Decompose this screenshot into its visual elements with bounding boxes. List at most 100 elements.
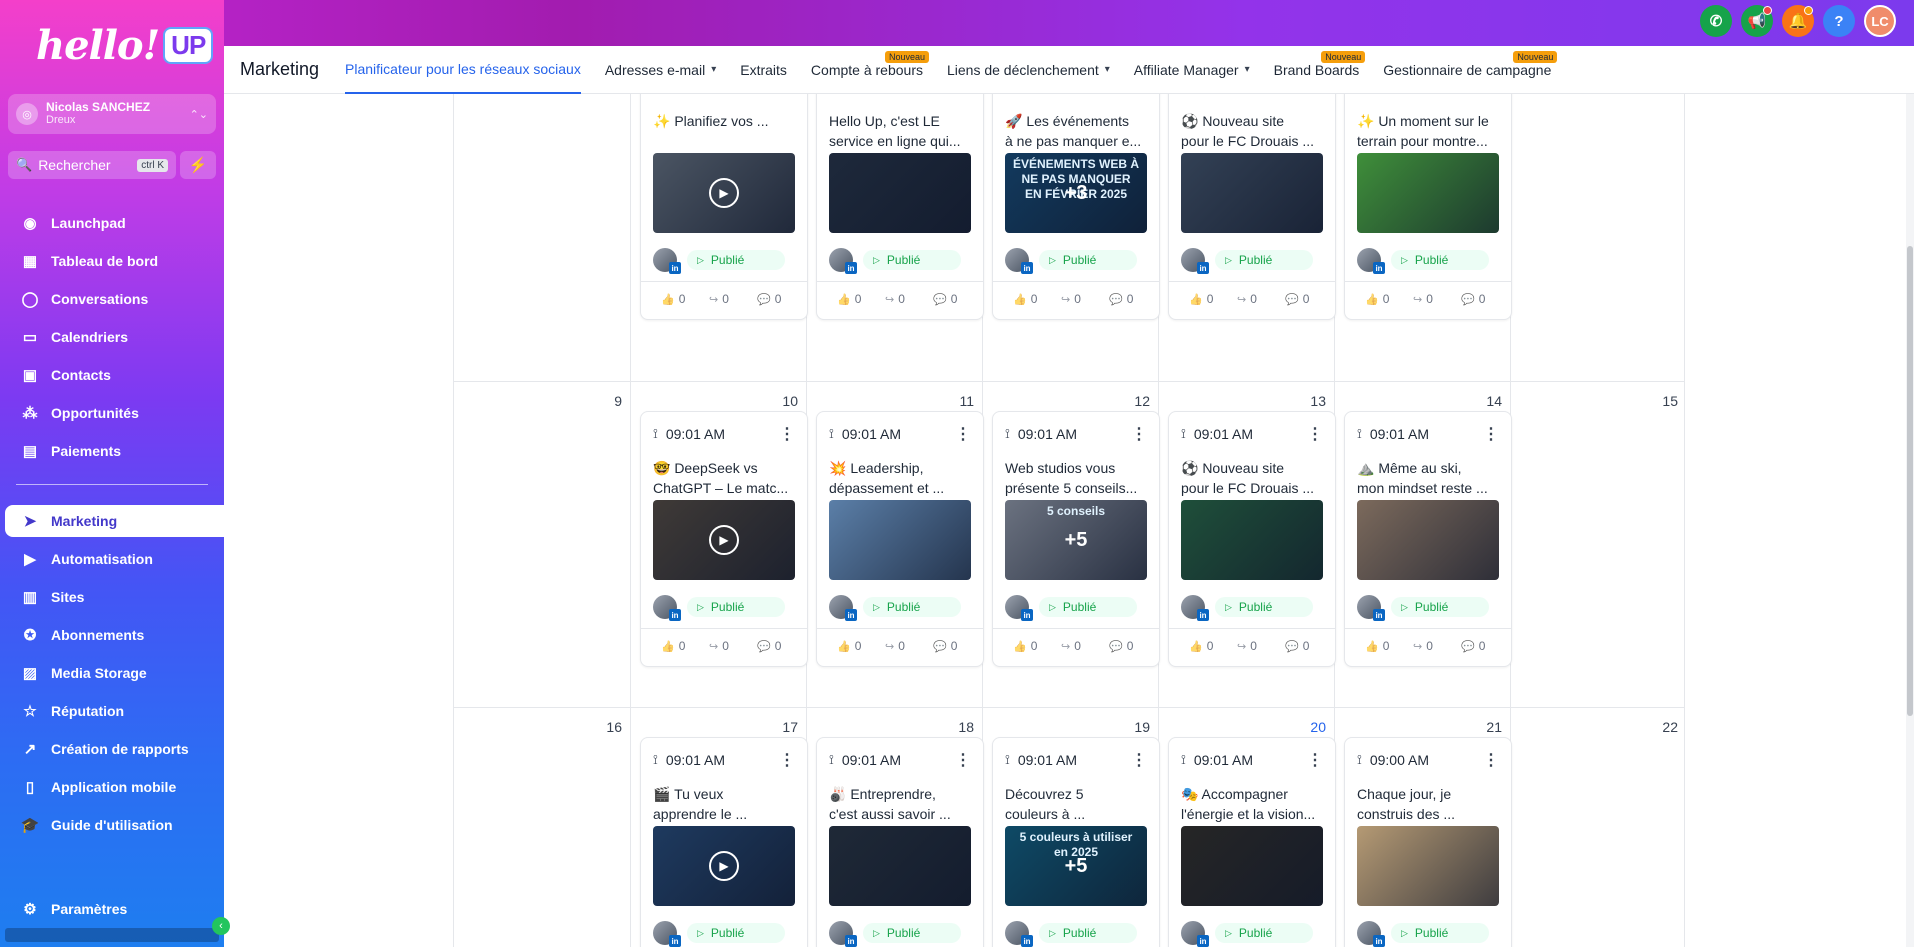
- page-scrollbar[interactable]: [1906, 94, 1914, 947]
- post-card[interactable]: ⟟ 09:01 AM ⋮ 🎳 Entreprendre, c'est aussi sav…: [816, 737, 984, 947]
- more-vertical-icon[interactable]: ⋮: [955, 750, 971, 770]
- more-vertical-icon[interactable]: ⋮: [955, 94, 971, 97]
- tab-compte-rebours[interactable]: Compte à rebours Nouveau: [811, 46, 929, 94]
- more-vertical-icon[interactable]: ⋮: [1307, 94, 1323, 97]
- sidebar-item-contacts[interactable]: ▣ Contacts: [5, 359, 224, 391]
- post-media[interactable]: ▶: [653, 826, 795, 906]
- comment-icon: 💬: [1461, 641, 1475, 653]
- post-media[interactable]: [829, 500, 971, 580]
- more-vertical-icon[interactable]: ⋮: [1131, 424, 1147, 444]
- sidebar-item-application-mobile[interactable]: ▯ Application mobile: [5, 771, 224, 803]
- more-vertical-icon[interactable]: ⋮: [1483, 424, 1499, 444]
- more-vertical-icon[interactable]: ⋮: [1307, 424, 1323, 444]
- more-vertical-icon[interactable]: ⋮: [1483, 750, 1499, 770]
- search-button[interactable]: 🔍 Rechercher ctrl K: [8, 151, 176, 179]
- post-card[interactable]: ⟟ 09:00 AM ⋮ Chaque jour, je construis des .…: [1344, 737, 1512, 947]
- tab-affiliate-manager[interactable]: Affiliate Manager ▾: [1134, 46, 1250, 94]
- post-media[interactable]: [1181, 826, 1323, 906]
- day-number[interactable]: 21: [1472, 719, 1502, 735]
- tab-brand-boards[interactable]: Brand Boards Nouveau: [1274, 46, 1366, 94]
- day-number[interactable]: 11: [944, 393, 974, 409]
- scrollbar-thumb[interactable]: [1907, 246, 1913, 716]
- sidebar-item-cr-ation-de-rapports[interactable]: ↗ Création de rapports: [5, 733, 224, 765]
- sidebar-item-calendriers[interactable]: ▭ Calendriers: [5, 321, 224, 353]
- post-card[interactable]: ⟟ 09:01 AM ⋮ 🎭 Accompagner l'énergie et la v…: [1168, 737, 1336, 947]
- more-vertical-icon[interactable]: ⋮: [1131, 94, 1147, 97]
- post-media[interactable]: [1357, 153, 1499, 233]
- tab-gestionnaire-de-campagne[interactable]: Gestionnaire de campagne Nouveau: [1383, 46, 1558, 94]
- bell-icon[interactable]: 🔔: [1782, 5, 1814, 37]
- day-number[interactable]: 10: [768, 393, 798, 409]
- megaphone-icon[interactable]: 📢: [1741, 5, 1773, 37]
- more-vertical-icon[interactable]: ⋮: [1307, 750, 1323, 770]
- post-card[interactable]: ⟟ 09:02 AM ⋮ ⚽ Nouveau site pour le FC Droua…: [1168, 94, 1336, 320]
- post-card[interactable]: ⟟ 09:01 AM ⋮ Hello Up, c'est LE service en l…: [816, 94, 984, 320]
- phone-icon[interactable]: ✆: [1700, 5, 1732, 37]
- play-icon[interactable]: ▶: [709, 525, 739, 555]
- post-media[interactable]: [829, 826, 971, 906]
- sidebar-item-media-storage[interactable]: ▨ Media Storage: [5, 657, 224, 689]
- post-card[interactable]: ⟟ 09:01 AM ⋮ 🚀 Les événements à ne pas manqu…: [992, 94, 1160, 320]
- quick-actions-button[interactable]: ⚡: [180, 151, 216, 179]
- tab-liens-de-d-clenchement[interactable]: Liens de déclenchement ▾: [947, 46, 1110, 94]
- post-card[interactable]: ⟟ 09:01 AM ⋮ ⛰️ Même au ski, mon mindset res…: [1344, 411, 1512, 667]
- sidebar-item-conversations[interactable]: ◯ Conversations: [5, 283, 224, 315]
- more-vertical-icon[interactable]: ⋮: [779, 424, 795, 444]
- sidebar-item-marketing[interactable]: ➤ Marketing: [5, 505, 224, 537]
- post-media[interactable]: [1357, 826, 1499, 906]
- post-card[interactable]: ⟟ 09:01 AM ⋮ Web studios vous présente 5 con…: [992, 411, 1160, 667]
- post-media[interactable]: ▶: [653, 153, 795, 233]
- sidebar-item-sites[interactable]: ▥ Sites: [5, 581, 224, 613]
- post-media[interactable]: 5 couleurs à utiliser en 2025 +5: [1005, 826, 1147, 906]
- post-card[interactable]: ⟟ 09:01 AM ⋮ Découvrez 5 couleurs à ... 5 cou…: [992, 737, 1160, 947]
- sidebar-item-opportunit-s[interactable]: ⁂ Opportunités: [5, 397, 224, 429]
- play-icon[interactable]: ▶: [709, 851, 739, 881]
- sidebar-item-guide-d-utilisation[interactable]: 🎓 Guide d'utilisation: [5, 809, 224, 841]
- sidebar-item-launchpad[interactable]: ◉ Launchpad: [5, 207, 224, 239]
- post-card[interactable]: ⟟ 09:01 AM ⋮ ✨ Un moment sur le terrain pour…: [1344, 94, 1512, 320]
- post-media[interactable]: [829, 153, 971, 233]
- post-media[interactable]: [1181, 153, 1323, 233]
- help-icon[interactable]: ?: [1823, 5, 1855, 37]
- post-card[interactable]: ⟟ 09:01 AM ⋮ 🤓 DeepSeek vs ChatGPT – Le matc…: [640, 411, 808, 667]
- sidebar-item-r-putation[interactable]: ☆ Réputation: [5, 695, 224, 727]
- sidebar-item-abonnements[interactable]: ✪ Abonnements: [5, 619, 224, 651]
- logo[interactable]: hello! UP: [36, 22, 214, 69]
- day-number[interactable]: 17: [768, 719, 798, 735]
- post-media[interactable]: 5 conseils +5: [1005, 500, 1147, 580]
- day-number[interactable]: 12: [1120, 393, 1150, 409]
- more-vertical-icon[interactable]: ⋮: [1483, 94, 1499, 97]
- day-number[interactable]: 13: [1296, 393, 1326, 409]
- sidebar-item-settings[interactable]: ⚙ Paramètres: [5, 893, 224, 925]
- user-avatar[interactable]: LC: [1864, 5, 1896, 37]
- post-card[interactable]: ⟟ 09:01 AM ⋮ 🎬 Tu veux apprendre le ... ▶ in ▷ P…: [640, 737, 808, 947]
- sidebar-item-tableau-de-bord[interactable]: ▦ Tableau de bord: [5, 245, 224, 277]
- post-card[interactable]: ⟟ 09:01 AM ⋮ ⚽ Nouveau site pour le FC Droua…: [1168, 411, 1336, 667]
- post-card[interactable]: ⟟ 09:01 AM ⋮ 💥 Leadership, dépassement et ..…: [816, 411, 984, 667]
- day-number[interactable]: 16: [592, 719, 622, 735]
- sidebar-item-automatisation[interactable]: ▶ Automatisation: [5, 543, 224, 575]
- sidebar-item-paiements[interactable]: ▤ Paiements: [5, 435, 224, 467]
- play-icon[interactable]: ▶: [709, 178, 739, 208]
- post-media[interactable]: ÉVÉNEMENTS WEB À NE PAS MANQUER EN FÉVRI…: [1005, 153, 1147, 233]
- account-switcher[interactable]: ◎ Nicolas SANCHEZ Dreux ⌃⌄: [8, 94, 216, 134]
- post-media[interactable]: [1181, 500, 1323, 580]
- day-number[interactable]: 18: [944, 719, 974, 735]
- more-vertical-icon[interactable]: ⋮: [1131, 750, 1147, 770]
- collapse-sidebar-button[interactable]: ‹: [212, 917, 230, 935]
- tab-adresses-e-mail[interactable]: Adresses e-mail ▾: [605, 46, 716, 94]
- post-media[interactable]: ▶: [653, 500, 795, 580]
- post-card[interactable]: ⟟ 09:01 AM ⋮ ✨ Planifiez vos ... ▶ in ▷ Publié 👍…: [640, 94, 808, 320]
- day-number[interactable]: 15: [1648, 393, 1678, 409]
- tab-planificateur-pour-les-r-seaux-sociaux[interactable]: Planificateur pour les réseaux sociaux: [345, 46, 581, 94]
- day-number[interactable]: 22: [1648, 719, 1678, 735]
- more-vertical-icon[interactable]: ⋮: [779, 94, 795, 97]
- day-number[interactable]: 14: [1472, 393, 1502, 409]
- more-vertical-icon[interactable]: ⋮: [779, 750, 795, 770]
- post-media[interactable]: [1357, 500, 1499, 580]
- day-number[interactable]: 19: [1120, 719, 1150, 735]
- more-vertical-icon[interactable]: ⋮: [955, 424, 971, 444]
- tab-extraits[interactable]: Extraits: [740, 46, 787, 94]
- day-number[interactable]: 20: [1296, 719, 1326, 735]
- day-number[interactable]: 9: [592, 393, 622, 409]
